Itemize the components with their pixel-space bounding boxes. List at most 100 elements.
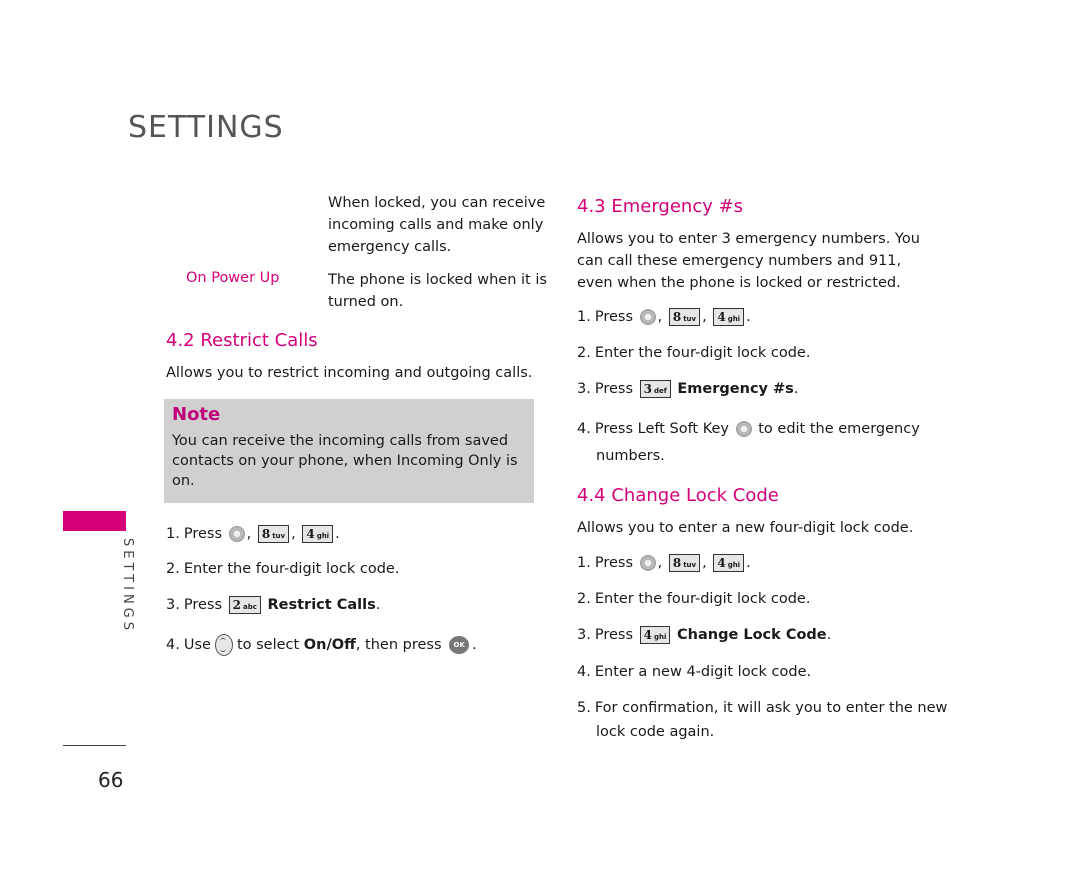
- menu-option-label: Emergency #s: [677, 381, 794, 397]
- step-text: Enter the four-digit lock code.: [594, 591, 811, 607]
- step-1: 1. Press , 8 tuv, 4 ghi.: [577, 552, 751, 574]
- step-3: 3. Press 4 ghi Change Lock Code.: [577, 624, 831, 646]
- step-5: 5. For confirmation, it will ask you to …: [577, 697, 947, 719]
- step-1: 1. Press , 8 tuv, 4 ghi.: [577, 306, 751, 328]
- step-number: 1.: [166, 526, 180, 542]
- option-label: On/Off: [303, 637, 356, 653]
- key-2-icon: 2 abc: [228, 596, 261, 614]
- step-text: Press: [183, 597, 223, 613]
- separator: ,: [657, 309, 663, 325]
- step-number: 4.: [577, 664, 591, 680]
- key-8-icon: 8 tuv: [668, 554, 701, 572]
- separator: ,: [702, 555, 707, 571]
- key-8-icon: 8 tuv: [668, 308, 701, 326]
- separator: ,: [657, 555, 663, 571]
- key-letters: ghi: [653, 633, 667, 641]
- step-2: 2. Enter the four-digit lock code.: [577, 342, 810, 364]
- key-digit: 4: [717, 310, 726, 324]
- menu-key-icon: [228, 526, 245, 542]
- section-heading-change-lock-code: 4.4 Change Lock Code: [577, 485, 779, 506]
- key-4-icon: 4 ghi: [639, 626, 671, 644]
- step-text: to edit the emergency: [758, 421, 920, 437]
- page-number: 66: [98, 768, 124, 792]
- step-number: 3.: [577, 381, 591, 397]
- navigation-key-icon: [214, 634, 233, 656]
- step-text: For confirmation, it will ask you to ent…: [594, 700, 948, 716]
- separator: .: [375, 597, 381, 613]
- step-text: to select: [236, 637, 300, 653]
- key-digit: 8: [672, 310, 682, 324]
- key-4-icon: 4 ghi: [302, 525, 334, 543]
- key-letters: ghi: [727, 561, 741, 569]
- step-text: Enter the four-digit lock code.: [594, 345, 811, 361]
- step-4: 4. Enter a new 4-digit lock code.: [577, 661, 811, 683]
- section-intro: Allows you to enter 3 emergency numbers.…: [577, 231, 920, 291]
- page-title: SETTINGS: [128, 110, 284, 145]
- note-body: You can receive the incoming calls from …: [172, 433, 518, 489]
- separator: .: [746, 309, 751, 325]
- step-number: 3.: [166, 597, 180, 613]
- step-text: Press: [594, 627, 634, 643]
- definition-description: The phone is locked when it is turned on…: [328, 272, 547, 310]
- section-heading-emergency: 4.3 Emergency #s: [577, 196, 744, 217]
- footer-rule: [63, 745, 126, 746]
- side-section-label: SETTINGS: [120, 538, 135, 635]
- key-3-icon: 3 def: [639, 380, 671, 398]
- step-number: 4.: [166, 637, 180, 653]
- step-3: 3. Press 2 abc Restrict Calls.: [166, 594, 380, 616]
- separator: ,: [291, 526, 296, 542]
- key-digit: 8: [672, 556, 682, 570]
- step-text: Use: [183, 637, 211, 653]
- step-text: , then press: [355, 637, 442, 653]
- key-letters: ghi: [727, 315, 741, 323]
- left-soft-key-icon: [735, 421, 752, 437]
- menu-option-label: Change Lock Code: [677, 627, 827, 643]
- step-2: 2. Enter the four-digit lock code.: [577, 588, 810, 610]
- separator: .: [826, 627, 832, 643]
- key-letters: tuv: [683, 561, 697, 569]
- step-number: 2.: [577, 345, 591, 361]
- separator: .: [793, 381, 799, 397]
- key-letters: def: [653, 387, 667, 395]
- step-number: 1.: [577, 555, 591, 571]
- key-digit: 2: [232, 598, 241, 612]
- step-text: Enter a new 4-digit lock code.: [594, 664, 812, 680]
- menu-option-label: Restrict Calls: [267, 597, 376, 613]
- step-continuation: numbers.: [596, 448, 665, 464]
- separator: .: [746, 555, 751, 571]
- step-continuation: lock code again.: [596, 724, 715, 740]
- step-3: 3. Press 3 def Emergency #s.: [577, 378, 798, 400]
- step-number: 2.: [166, 561, 180, 577]
- key-digit: 8: [261, 527, 271, 541]
- menu-key-icon: [639, 555, 656, 571]
- separator: .: [472, 637, 477, 653]
- separator: ,: [702, 309, 707, 325]
- key-digit: 4: [643, 628, 652, 642]
- step-2: 2. Enter the four-digit lock code.: [166, 558, 399, 580]
- step-4: 4. Use to select On/Off, then press OK.: [166, 634, 477, 656]
- separator: ,: [246, 526, 252, 542]
- step-text: Press Left Soft Key: [594, 421, 730, 437]
- ok-key-icon: OK: [449, 636, 470, 654]
- menu-key-icon: [639, 309, 656, 325]
- separator: .: [335, 526, 340, 542]
- key-8-icon: 8 tuv: [257, 525, 290, 543]
- key-digit: 3: [643, 382, 652, 396]
- definition-term-on-power-up: On Power Up: [186, 270, 280, 286]
- step-number: 5.: [577, 700, 591, 716]
- key-letters: ghi: [316, 532, 330, 540]
- section-intro: Allows you to enter a new four-digit loc…: [577, 520, 914, 536]
- step-text: Press: [594, 381, 634, 397]
- step-text: Press: [594, 309, 634, 325]
- note-title: Note: [172, 404, 221, 425]
- step-number: 2.: [577, 591, 591, 607]
- step-number: 1.: [577, 309, 591, 325]
- step-4: 4. Press Left Soft Key to edit the emerg…: [577, 418, 920, 440]
- section-tab-marker: [63, 511, 126, 531]
- continued-definition: When locked, you can receive incoming ca…: [328, 195, 546, 255]
- step-text: Press: [183, 526, 223, 542]
- key-letters: abc: [242, 603, 257, 611]
- key-digit: 4: [717, 556, 726, 570]
- step-text: Enter the four-digit lock code.: [183, 561, 400, 577]
- key-letters: tuv: [272, 532, 286, 540]
